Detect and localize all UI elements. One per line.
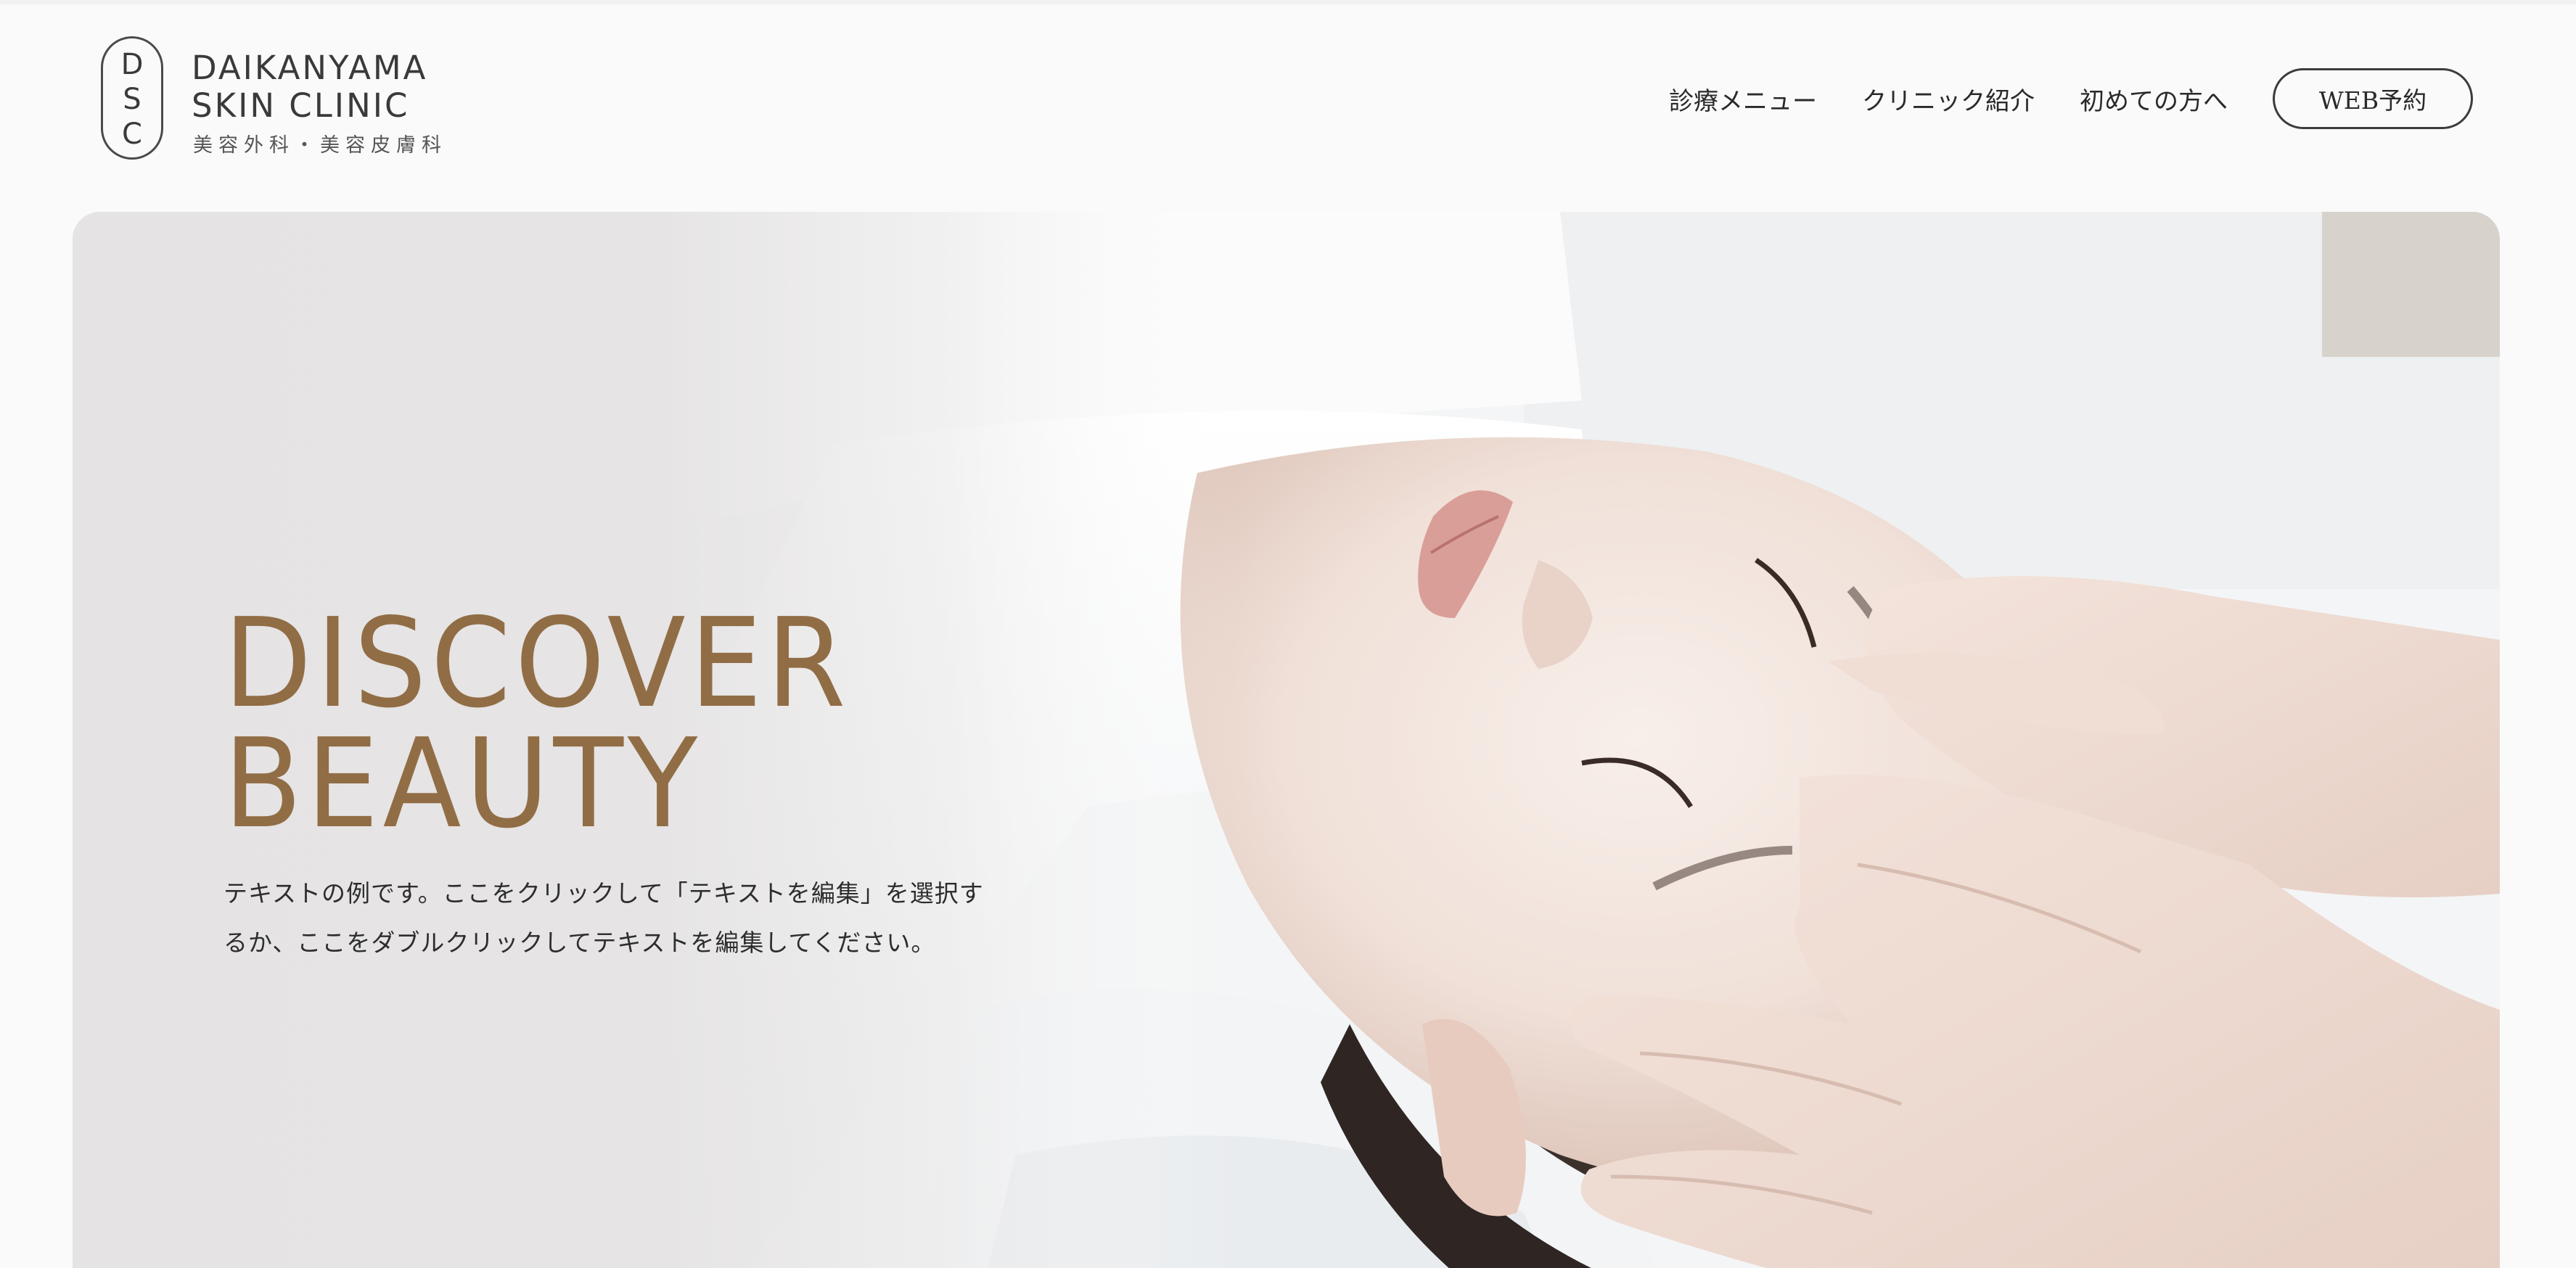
hero-description-line2: るか、ここをダブルクリックしてテキストを編集してください。	[223, 929, 936, 957]
logo-mark-letter: C	[122, 118, 142, 151]
hero-title: DISCOVER BEAUTY	[223, 592, 925, 856]
logo-name-line1: DAIKANYAMA	[192, 49, 428, 87]
nav-item-first-visit[interactable]: 初めての方へ	[2080, 81, 2228, 117]
logo-mark-letter: S	[123, 83, 141, 116]
hero-title-line1: DISCOVER	[223, 592, 850, 736]
logo-mark: D S C	[101, 36, 163, 160]
logo-name: DAIKANYAMA SKIN CLINIC	[192, 49, 427, 125]
web-reserve-button[interactable]: WEB予約	[2273, 68, 2473, 129]
hero-section: DISCOVER BEAUTY テキストの例です。ここをクリックして「テキストを…	[73, 212, 2500, 1268]
site-header: D S C DAIKANYAMA SKIN CLINIC 美容外科・美容皮膚科 …	[0, 0, 2576, 210]
hero-description: テキストの例です。ここをクリックして「テキストを編集」を選択す るか、ここをダブ…	[223, 869, 984, 968]
hero-copy: DISCOVER BEAUTY テキストの例です。ここをクリックして「テキストを…	[223, 592, 984, 968]
hero-description-line1: テキストの例です。ここをクリックして「テキストを編集」を選択す	[223, 879, 984, 907]
clinic-logo[interactable]: D S C DAIKANYAMA SKIN CLINIC 美容外科・美容皮膚科	[101, 36, 478, 167]
nav-item-menu[interactable]: 診療メニュー	[1669, 81, 1817, 117]
main-nav: 診療メニュー クリニック紹介 初めての方へ WEB予約	[1669, 68, 2473, 129]
logo-name-line2: SKIN CLINIC	[192, 86, 410, 125]
logo-mark-letter: D	[120, 48, 144, 81]
nav-item-clinic[interactable]: クリニック紹介	[1862, 81, 2035, 117]
page: D S C DAIKANYAMA SKIN CLINIC 美容外科・美容皮膚科 …	[0, 0, 2576, 1268]
logo-subtitle: 美容外科・美容皮膚科	[193, 134, 447, 157]
hero-title-line2: BEAUTY	[223, 712, 702, 856]
